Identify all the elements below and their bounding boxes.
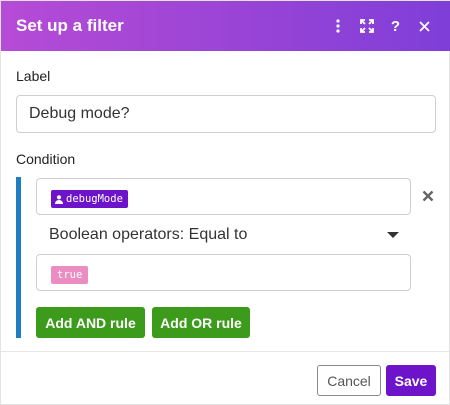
- user-icon: [55, 194, 63, 204]
- footer-divider: [1, 351, 450, 352]
- remove-rule-icon[interactable]: [419, 187, 437, 205]
- value-pill-text: true: [57, 269, 83, 281]
- label-caption: Label: [16, 68, 51, 84]
- header-icons: ?: [323, 11, 439, 41]
- cancel-button[interactable]: Cancel: [317, 365, 381, 396]
- operator-select[interactable]: Boolean operators: Equal to: [36, 219, 411, 251]
- value-pill[interactable]: true: [51, 266, 89, 284]
- variable-pill[interactable]: debugMode: [51, 190, 128, 208]
- close-icon[interactable]: [410, 11, 439, 41]
- condition-caption: Condition: [16, 151, 76, 167]
- first-operand-field[interactable]: debugMode: [36, 178, 411, 215]
- add-and-rule-button[interactable]: Add AND rule: [36, 307, 145, 338]
- dialog-header: Set up a filter ?: [1, 1, 450, 51]
- help-icon-glyph: ?: [390, 17, 401, 35]
- dialog-title: Set up a filter: [16, 16, 124, 35]
- variable-pill-text: debugMode: [66, 193, 123, 205]
- label-input[interactable]: [16, 95, 436, 133]
- chevron-down-icon: [387, 232, 399, 238]
- add-or-rule-button[interactable]: Add OR rule: [152, 307, 250, 338]
- operator-select-value: Boolean operators: Equal to: [49, 226, 248, 243]
- condition-group-bar: [16, 177, 21, 338]
- expand-icon[interactable]: [352, 11, 381, 41]
- save-button[interactable]: Save: [386, 365, 436, 396]
- help-icon[interactable]: ?: [381, 11, 410, 41]
- more-vertical-icon[interactable]: [323, 11, 352, 41]
- filter-dialog: Set up a filter ? Label Condition: [0, 0, 450, 405]
- second-operand-field[interactable]: true: [36, 254, 411, 291]
